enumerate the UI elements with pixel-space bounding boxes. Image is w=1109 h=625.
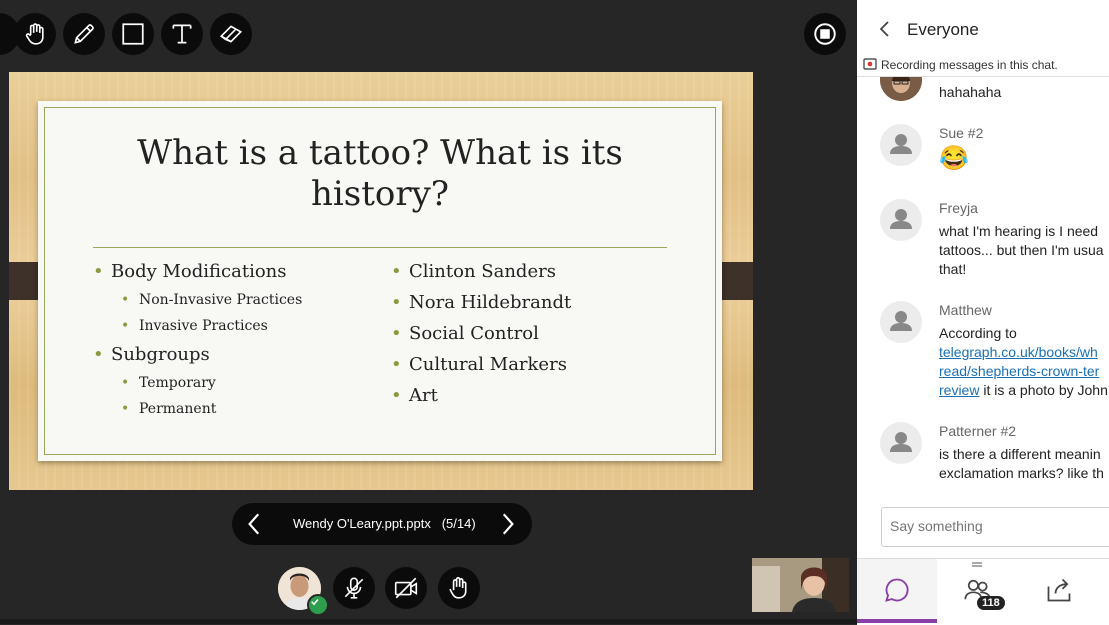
- slide-bullet: Art: [391, 383, 571, 414]
- pencil-icon: [74, 24, 94, 44]
- message-text: According to telegraph.co.uk/books/wh re…: [939, 324, 1108, 400]
- raise-hand-icon: [449, 577, 467, 599]
- presentation-stage: What is a tattoo? What is its history? B…: [0, 0, 857, 624]
- attendee-count-badge: 118: [977, 596, 1005, 610]
- user-placeholder-icon: [890, 134, 912, 154]
- slide-canvas: What is a tattoo? What is its history? B…: [9, 72, 753, 490]
- message-author: Patterner #2: [939, 423, 1017, 439]
- user-photo-icon: [880, 77, 922, 101]
- rectangle-icon: [122, 23, 144, 45]
- slide-bullet: Social Control: [391, 321, 571, 352]
- status-check-icon: [307, 594, 329, 616]
- stop-share-button[interactable]: [804, 13, 846, 55]
- raise-hand-button[interactable]: [438, 567, 480, 609]
- camera-off-icon: [394, 577, 418, 599]
- slide-title: What is a tattoo? What is its history?: [137, 133, 623, 214]
- camera-toggle-button[interactable]: [385, 567, 427, 609]
- slide-bullet: Clinton Sanders: [391, 259, 571, 290]
- user-placeholder-icon: [890, 311, 912, 331]
- chat-title: Everyone: [907, 20, 979, 39]
- stop-share-icon: [814, 23, 836, 45]
- slide-sub-bullet: Invasive Practices: [93, 316, 302, 342]
- recording-icon: [863, 58, 877, 70]
- slide-bullets-left: Body ModificationsNon-Invasive Practices…: [93, 259, 302, 425]
- tab-share-content[interactable]: [1019, 559, 1099, 621]
- message-text-after: it is a photo by John: [979, 382, 1108, 398]
- message-text: is there a different meanin exclamation …: [939, 446, 1104, 481]
- slide-sub-bullet: Non-Invasive Practices: [93, 290, 302, 316]
- slide-bullet: Body Modifications: [93, 259, 302, 290]
- previous-slide-button[interactable]: [242, 511, 268, 537]
- message-author: Sue #2: [939, 125, 984, 141]
- message-text-before: According to: [939, 325, 1017, 341]
- drag-handle-icon[interactable]: [971, 561, 983, 569]
- recording-notice: Recording messages in this chat.: [881, 58, 1058, 72]
- back-chevron-icon[interactable]: [877, 19, 893, 39]
- chat-input[interactable]: [882, 508, 1109, 544]
- stage-footer-bar: [0, 619, 857, 624]
- title-divider: [93, 247, 667, 248]
- slide-bullet: Subgroups: [93, 342, 302, 373]
- slide-sub-bullet: Temporary: [93, 373, 302, 399]
- chat-composer: [881, 507, 1109, 547]
- slide-sub-bullet: Permanent: [93, 399, 302, 425]
- hand-tool-button[interactable]: [14, 13, 56, 55]
- webcam-thumbnail[interactable]: [752, 558, 849, 612]
- message-avatar: [880, 77, 922, 101]
- panel-tab-bar: 118: [857, 558, 1109, 625]
- message-text: what I'm hearing is I need tattoos... bu…: [939, 223, 1104, 277]
- message-author: Matthew: [939, 302, 992, 318]
- file-label: Wendy O'Leary.ppt.pptx (5/14): [293, 516, 476, 531]
- user-placeholder-icon: [890, 209, 912, 229]
- page-indicator: (5/14): [441, 516, 476, 531]
- chat-panel: Everyone Recording messages in this chat…: [857, 0, 1109, 625]
- message-list: hahahaha Sue #2 😂 Freyja what I'm hearin…: [857, 77, 1109, 493]
- message-avatar: [880, 124, 922, 166]
- chat-bubble-icon: [885, 578, 909, 602]
- tab-chat[interactable]: [857, 559, 937, 623]
- message-avatar: [880, 301, 922, 343]
- participant-video-icon: [752, 558, 849, 612]
- user-placeholder-icon: [890, 432, 912, 452]
- next-slide-button[interactable]: [494, 511, 520, 537]
- slide-bullets-right: Clinton SandersNora HildebrandtSocial Co…: [391, 259, 571, 414]
- microphone-muted-icon: [344, 577, 364, 599]
- message-avatar: [880, 422, 922, 464]
- eraser-icon: [219, 25, 243, 43]
- active-tab-indicator: [857, 619, 937, 623]
- slide-navigator: Wendy O'Leary.ppt.pptx (5/14): [232, 503, 532, 545]
- slide-bullet: Cultural Markers: [391, 352, 571, 383]
- pencil-tool-button[interactable]: [63, 13, 105, 55]
- slide-paper: What is a tattoo? What is its history? B…: [38, 101, 722, 461]
- slide-bullet: Nora Hildebrandt: [391, 290, 571, 321]
- message-text: hahahaha: [939, 84, 1002, 100]
- message-author: Freyja: [939, 200, 978, 216]
- share-icon: [1047, 578, 1071, 602]
- rectangle-tool-button[interactable]: [112, 13, 154, 55]
- chat-header: Everyone: [857, 0, 1109, 56]
- eraser-tool-button[interactable]: [210, 13, 252, 55]
- file-name: Wendy O'Leary.ppt.pptx: [293, 516, 431, 531]
- microphone-toggle-button[interactable]: [333, 567, 375, 609]
- message-emoji: 😂: [939, 145, 969, 172]
- text-icon: [172, 24, 192, 44]
- message-avatar: [880, 199, 922, 241]
- hand-icon: [25, 23, 44, 45]
- text-tool-button[interactable]: [161, 13, 203, 55]
